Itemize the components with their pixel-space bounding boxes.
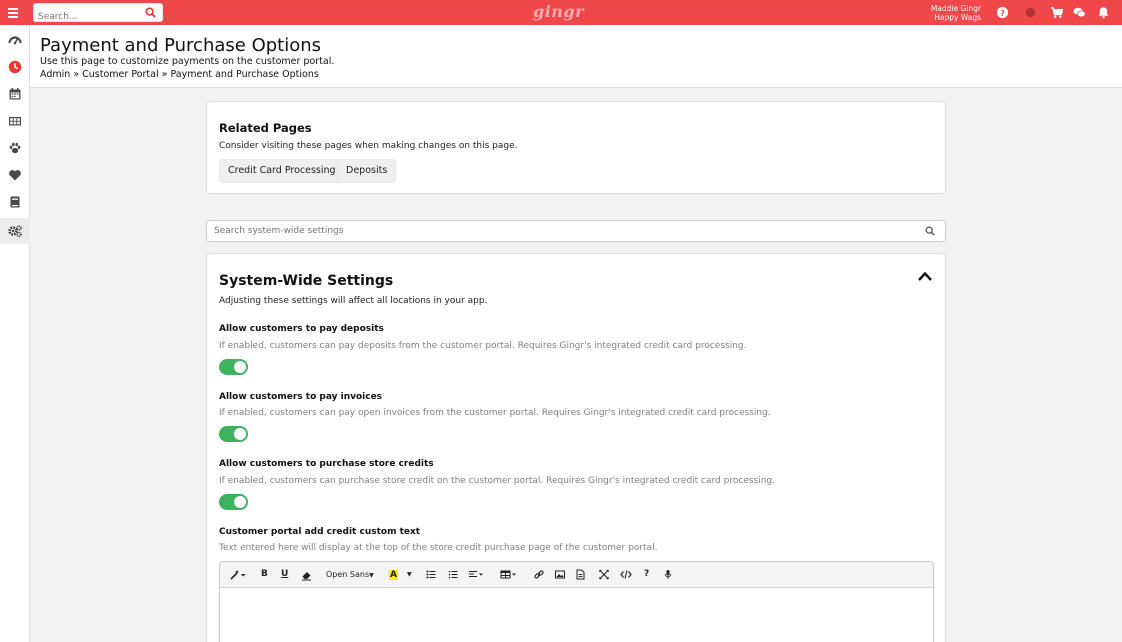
heart-icon[interactable] <box>8 168 22 182</box>
dashboard-icon[interactable] <box>8 33 22 47</box>
setting-title-pay-invoices: Allow customers to pay invoices <box>219 392 383 402</box>
page-title: Payment and Purchase Options <box>40 35 322 56</box>
bold-button[interactable]: B <box>261 568 268 581</box>
toggle-pay-deposits[interactable] <box>219 359 248 375</box>
breadcrumb: Admin » Customer Portal » Payment and Pu… <box>40 69 319 80</box>
font-family-dropdown[interactable]: Open Sans▼ <box>326 568 374 581</box>
menu-icon[interactable] <box>7 6 23 19</box>
microphone-icon[interactable] <box>664 568 672 581</box>
style-dropdown[interactable] <box>229 568 247 581</box>
breadcrumb-admin[interactable]: Admin <box>40 69 70 80</box>
editor-toolbar: B U Open Sans▼ A ▼ ? <box>220 562 933 588</box>
setting-title-add-credit-custom-text: Customer portal add credit custom text <box>219 527 421 537</box>
highlight-letter: A <box>389 570 398 580</box>
system-wide-settings-card: System-Wide Settings Adjusting these set… <box>206 253 946 642</box>
setting-desc-purchase-store-credits: If enabled, customers can purchase store… <box>219 476 775 486</box>
eraser-icon[interactable] <box>301 568 312 581</box>
status-dot-icon[interactable] <box>1024 6 1037 19</box>
cart-icon[interactable] <box>1050 6 1063 19</box>
caret-down-icon[interactable]: ▼ <box>407 568 412 581</box>
related-pages-title: Related Pages <box>219 121 312 135</box>
setting-title-pay-deposits: Allow customers to pay deposits <box>219 324 384 334</box>
chevron-up-icon[interactable] <box>917 270 933 282</box>
deposits-button[interactable]: Deposits <box>337 159 397 183</box>
setting-title-purchase-store-credits: Allow customers to purchase store credit… <box>219 459 434 469</box>
settings-search-input[interactable] <box>214 224 904 238</box>
user-info[interactable]: Maddie Gingr Happy Wags <box>931 4 981 22</box>
highlight-color-button[interactable]: A <box>389 568 398 581</box>
breadcrumb-current: Payment and Purchase Options <box>170 69 319 80</box>
setting-desc-add-credit-custom-text: Text entered here will display at the to… <box>219 543 658 553</box>
font-family-label: Open Sans <box>326 570 370 579</box>
related-pages-card: Related Pages Consider visiting these pa… <box>206 101 946 194</box>
page-header: Payment and Purchase Options Use this pa… <box>30 25 1122 88</box>
fullscreen-icon[interactable] <box>599 568 609 581</box>
paw-icon[interactable] <box>8 141 22 155</box>
related-pages-subtitle: Consider visiting these pages when makin… <box>219 141 518 151</box>
bell-icon[interactable] <box>1097 6 1110 19</box>
underline-button[interactable]: U <box>281 568 288 581</box>
calendar-icon[interactable] <box>8 87 22 101</box>
document-icon[interactable] <box>576 568 585 581</box>
svg-text:?: ? <box>1000 8 1005 18</box>
bullet-list-icon[interactable] <box>426 568 436 581</box>
global-search-input[interactable] <box>38 8 143 26</box>
rich-text-editor[interactable]: B U Open Sans▼ A ▼ ? <box>219 561 934 642</box>
image-icon[interactable] <box>555 568 565 581</box>
setting-desc-pay-deposits: If enabled, customers can pay deposits f… <box>219 341 747 351</box>
breadcrumb-customer-portal[interactable]: Customer Portal <box>82 69 158 80</box>
search-icon[interactable] <box>145 7 156 18</box>
link-icon[interactable] <box>534 568 544 581</box>
grid-icon[interactable] <box>8 114 22 128</box>
page-description: Use this page to customize payments on t… <box>40 56 335 67</box>
user-name: Maddie Gingr <box>930 4 981 13</box>
toggle-purchase-store-credits[interactable] <box>219 494 248 510</box>
code-view-icon[interactable] <box>620 568 632 581</box>
left-sidebar <box>0 25 30 642</box>
breadcrumb-separator: » <box>161 69 168 80</box>
top-navbar: gingr Maddie Gingr Happy Wags ? <box>0 0 1122 26</box>
numbered-list-icon[interactable] <box>448 568 458 581</box>
search-icon[interactable] <box>925 226 935 236</box>
toggle-pay-invoices[interactable] <box>219 426 248 442</box>
system-settings-subtitle: Adjusting these settings will affect all… <box>219 296 488 306</box>
chat-icon[interactable] <box>1073 6 1086 19</box>
help-icon[interactable]: ? <box>996 6 1009 19</box>
breadcrumb-separator: » <box>73 69 80 80</box>
caret-down-icon: ▼ <box>369 572 374 579</box>
global-search[interactable] <box>33 3 163 26</box>
clock-icon[interactable] <box>8 60 22 74</box>
settings-gears-icon[interactable] <box>8 224 22 238</box>
gingr-logo[interactable]: gingr <box>533 2 584 21</box>
system-settings-title: System-Wide Settings <box>219 273 394 289</box>
book-icon[interactable] <box>8 195 22 209</box>
align-dropdown[interactable] <box>469 568 485 581</box>
credit-card-processing-button[interactable]: Credit Card Processing <box>219 159 345 183</box>
table-dropdown[interactable] <box>500 568 518 581</box>
setting-desc-pay-invoices: If enabled, customers can pay open invoi… <box>219 408 771 418</box>
settings-search[interactable] <box>206 220 946 242</box>
location-name: Happy Wags <box>934 13 981 22</box>
help-button[interactable]: ? <box>644 568 649 581</box>
